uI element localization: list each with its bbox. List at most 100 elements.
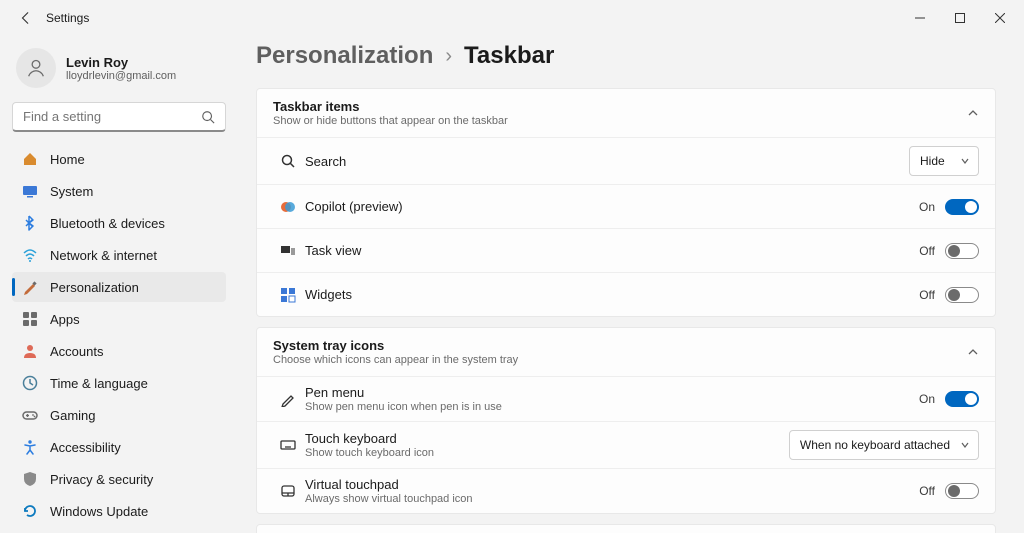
settings-row: Touch keyboardShow touch keyboard icon Wh…: [257, 421, 995, 468]
chevron-down-icon: [960, 156, 970, 166]
chevron-down-icon: [960, 440, 970, 450]
sidebar-item-label: Accounts: [50, 344, 103, 359]
sidebar-item-apps[interactable]: Apps: [12, 304, 226, 334]
row-label: Pen menu: [305, 385, 502, 400]
sidebar-item-label: Privacy & security: [50, 472, 153, 487]
update-icon: [22, 503, 38, 519]
breadcrumb-parent[interactable]: Personalization: [256, 42, 433, 70]
sidebar-item-bluetooth[interactable]: Bluetooth & devices: [12, 208, 226, 238]
row-label: Touch keyboard: [305, 431, 434, 446]
settings-row: Copilot (preview) On: [257, 184, 995, 228]
breadcrumb: Personalization › Taskbar: [256, 42, 996, 70]
dropdown[interactable]: When no keyboard attached: [789, 430, 979, 460]
sidebar-item-label: Windows Update: [50, 504, 148, 519]
sidebar-item-label: Accessibility: [50, 440, 121, 455]
row-icon: [271, 391, 305, 407]
section-other-tray: Other system tray icons Show or hide add…: [256, 524, 996, 533]
chevron-right-icon: ›: [445, 45, 452, 68]
sidebar-item-home[interactable]: Home: [12, 144, 226, 174]
accounts-icon: [22, 343, 38, 359]
sidebar-item-privacy[interactable]: Privacy & security: [12, 464, 226, 494]
back-button[interactable]: [10, 2, 42, 34]
sidebar-item-label: Apps: [50, 312, 80, 327]
row-sublabel: Show pen menu icon when pen is in use: [305, 401, 502, 413]
row-icon: [271, 199, 305, 215]
sidebar-item-label: Home: [50, 152, 85, 167]
settings-row: WidgetsOff: [257, 272, 995, 316]
time-icon: [22, 375, 38, 391]
sidebar-item-network[interactable]: Network & internet: [12, 240, 226, 270]
sidebar-item-label: Time & language: [50, 376, 148, 391]
row-icon: [271, 153, 305, 169]
toggle-status: On: [919, 200, 935, 214]
minimize-button[interactable]: [900, 2, 940, 34]
sidebar-item-update[interactable]: Windows Update: [12, 496, 226, 526]
home-icon: [22, 151, 38, 167]
toggle-switch[interactable]: [945, 287, 979, 303]
sidebar-item-label: Network & internet: [50, 248, 157, 263]
sidebar-item-label: System: [50, 184, 93, 199]
toggle-status: Off: [919, 484, 935, 498]
row-icon: [271, 437, 305, 453]
row-icon: [271, 287, 305, 303]
maximize-button[interactable]: [940, 2, 980, 34]
section-title: Taskbar items: [273, 99, 508, 114]
section-header-taskbar-items[interactable]: Taskbar items Show or hide buttons that …: [257, 89, 995, 137]
toggle-switch[interactable]: [945, 243, 979, 259]
row-label: Copilot (preview): [305, 199, 403, 214]
page-title: Taskbar: [464, 42, 554, 70]
row-icon: [271, 483, 305, 499]
settings-row: Task view Off: [257, 228, 995, 272]
sidebar-item-accounts[interactable]: Accounts: [12, 336, 226, 366]
section-taskbar-items: Taskbar items Show or hide buttons that …: [256, 88, 996, 317]
sidebar-item-personalization[interactable]: Personalization: [12, 272, 226, 302]
row-label: Widgets: [305, 287, 352, 302]
row-label: Search: [305, 154, 346, 169]
user-profile[interactable]: Levin Roy lloydrlevin@gmail.com: [12, 42, 226, 102]
section-header-system-tray[interactable]: System tray icons Choose which icons can…: [257, 328, 995, 376]
gaming-icon: [22, 407, 38, 423]
row-label: Task view: [305, 243, 361, 258]
accessibility-icon: [22, 439, 38, 455]
toggle-status: On: [919, 392, 935, 406]
sidebar-item-system[interactable]: System: [12, 176, 226, 206]
toggle-switch[interactable]: [945, 483, 979, 499]
privacy-icon: [22, 471, 38, 487]
sidebar-item-label: Gaming: [50, 408, 96, 423]
sidebar-item-label: Bluetooth & devices: [50, 216, 165, 231]
chevron-up-icon: [967, 346, 979, 358]
window-title: Settings: [46, 11, 89, 25]
network-icon: [22, 247, 38, 263]
settings-row: Virtual touchpadAlways show virtual touc…: [257, 468, 995, 513]
settings-row: Pen menuShow pen menu icon when pen is i…: [257, 376, 995, 421]
toggle-switch[interactable]: [945, 199, 979, 215]
search-icon: [201, 110, 215, 124]
section-subtitle: Choose which icons can appear in the sys…: [273, 354, 518, 366]
sidebar-item-accessibility[interactable]: Accessibility: [12, 432, 226, 462]
row-label: Virtual touchpad: [305, 477, 473, 492]
toggle-switch[interactable]: [945, 391, 979, 407]
apps-icon: [22, 311, 38, 327]
sidebar-item-label: Personalization: [50, 280, 139, 295]
section-system-tray: System tray icons Choose which icons can…: [256, 327, 996, 514]
dropdown-value: When no keyboard attached: [800, 438, 950, 452]
settings-row: Search Hide: [257, 137, 995, 184]
toggle-status: Off: [919, 244, 935, 258]
avatar: [16, 48, 56, 88]
search-input[interactable]: [23, 109, 201, 124]
row-icon: [271, 243, 305, 259]
user-email: lloydrlevin@gmail.com: [66, 70, 176, 82]
sidebar-item-gaming[interactable]: Gaming: [12, 400, 226, 430]
chevron-up-icon: [967, 107, 979, 119]
section-header-other-tray[interactable]: Other system tray icons Show or hide add…: [257, 525, 995, 533]
user-name: Levin Roy: [66, 55, 176, 70]
row-sublabel: Always show virtual touchpad icon: [305, 493, 473, 505]
system-icon: [22, 183, 38, 199]
search-box[interactable]: [12, 102, 226, 132]
dropdown[interactable]: Hide: [909, 146, 979, 176]
sidebar-item-time[interactable]: Time & language: [12, 368, 226, 398]
close-button[interactable]: [980, 2, 1020, 34]
personalization-icon: [22, 279, 38, 295]
row-sublabel: Show touch keyboard icon: [305, 447, 434, 459]
section-title: System tray icons: [273, 338, 518, 353]
